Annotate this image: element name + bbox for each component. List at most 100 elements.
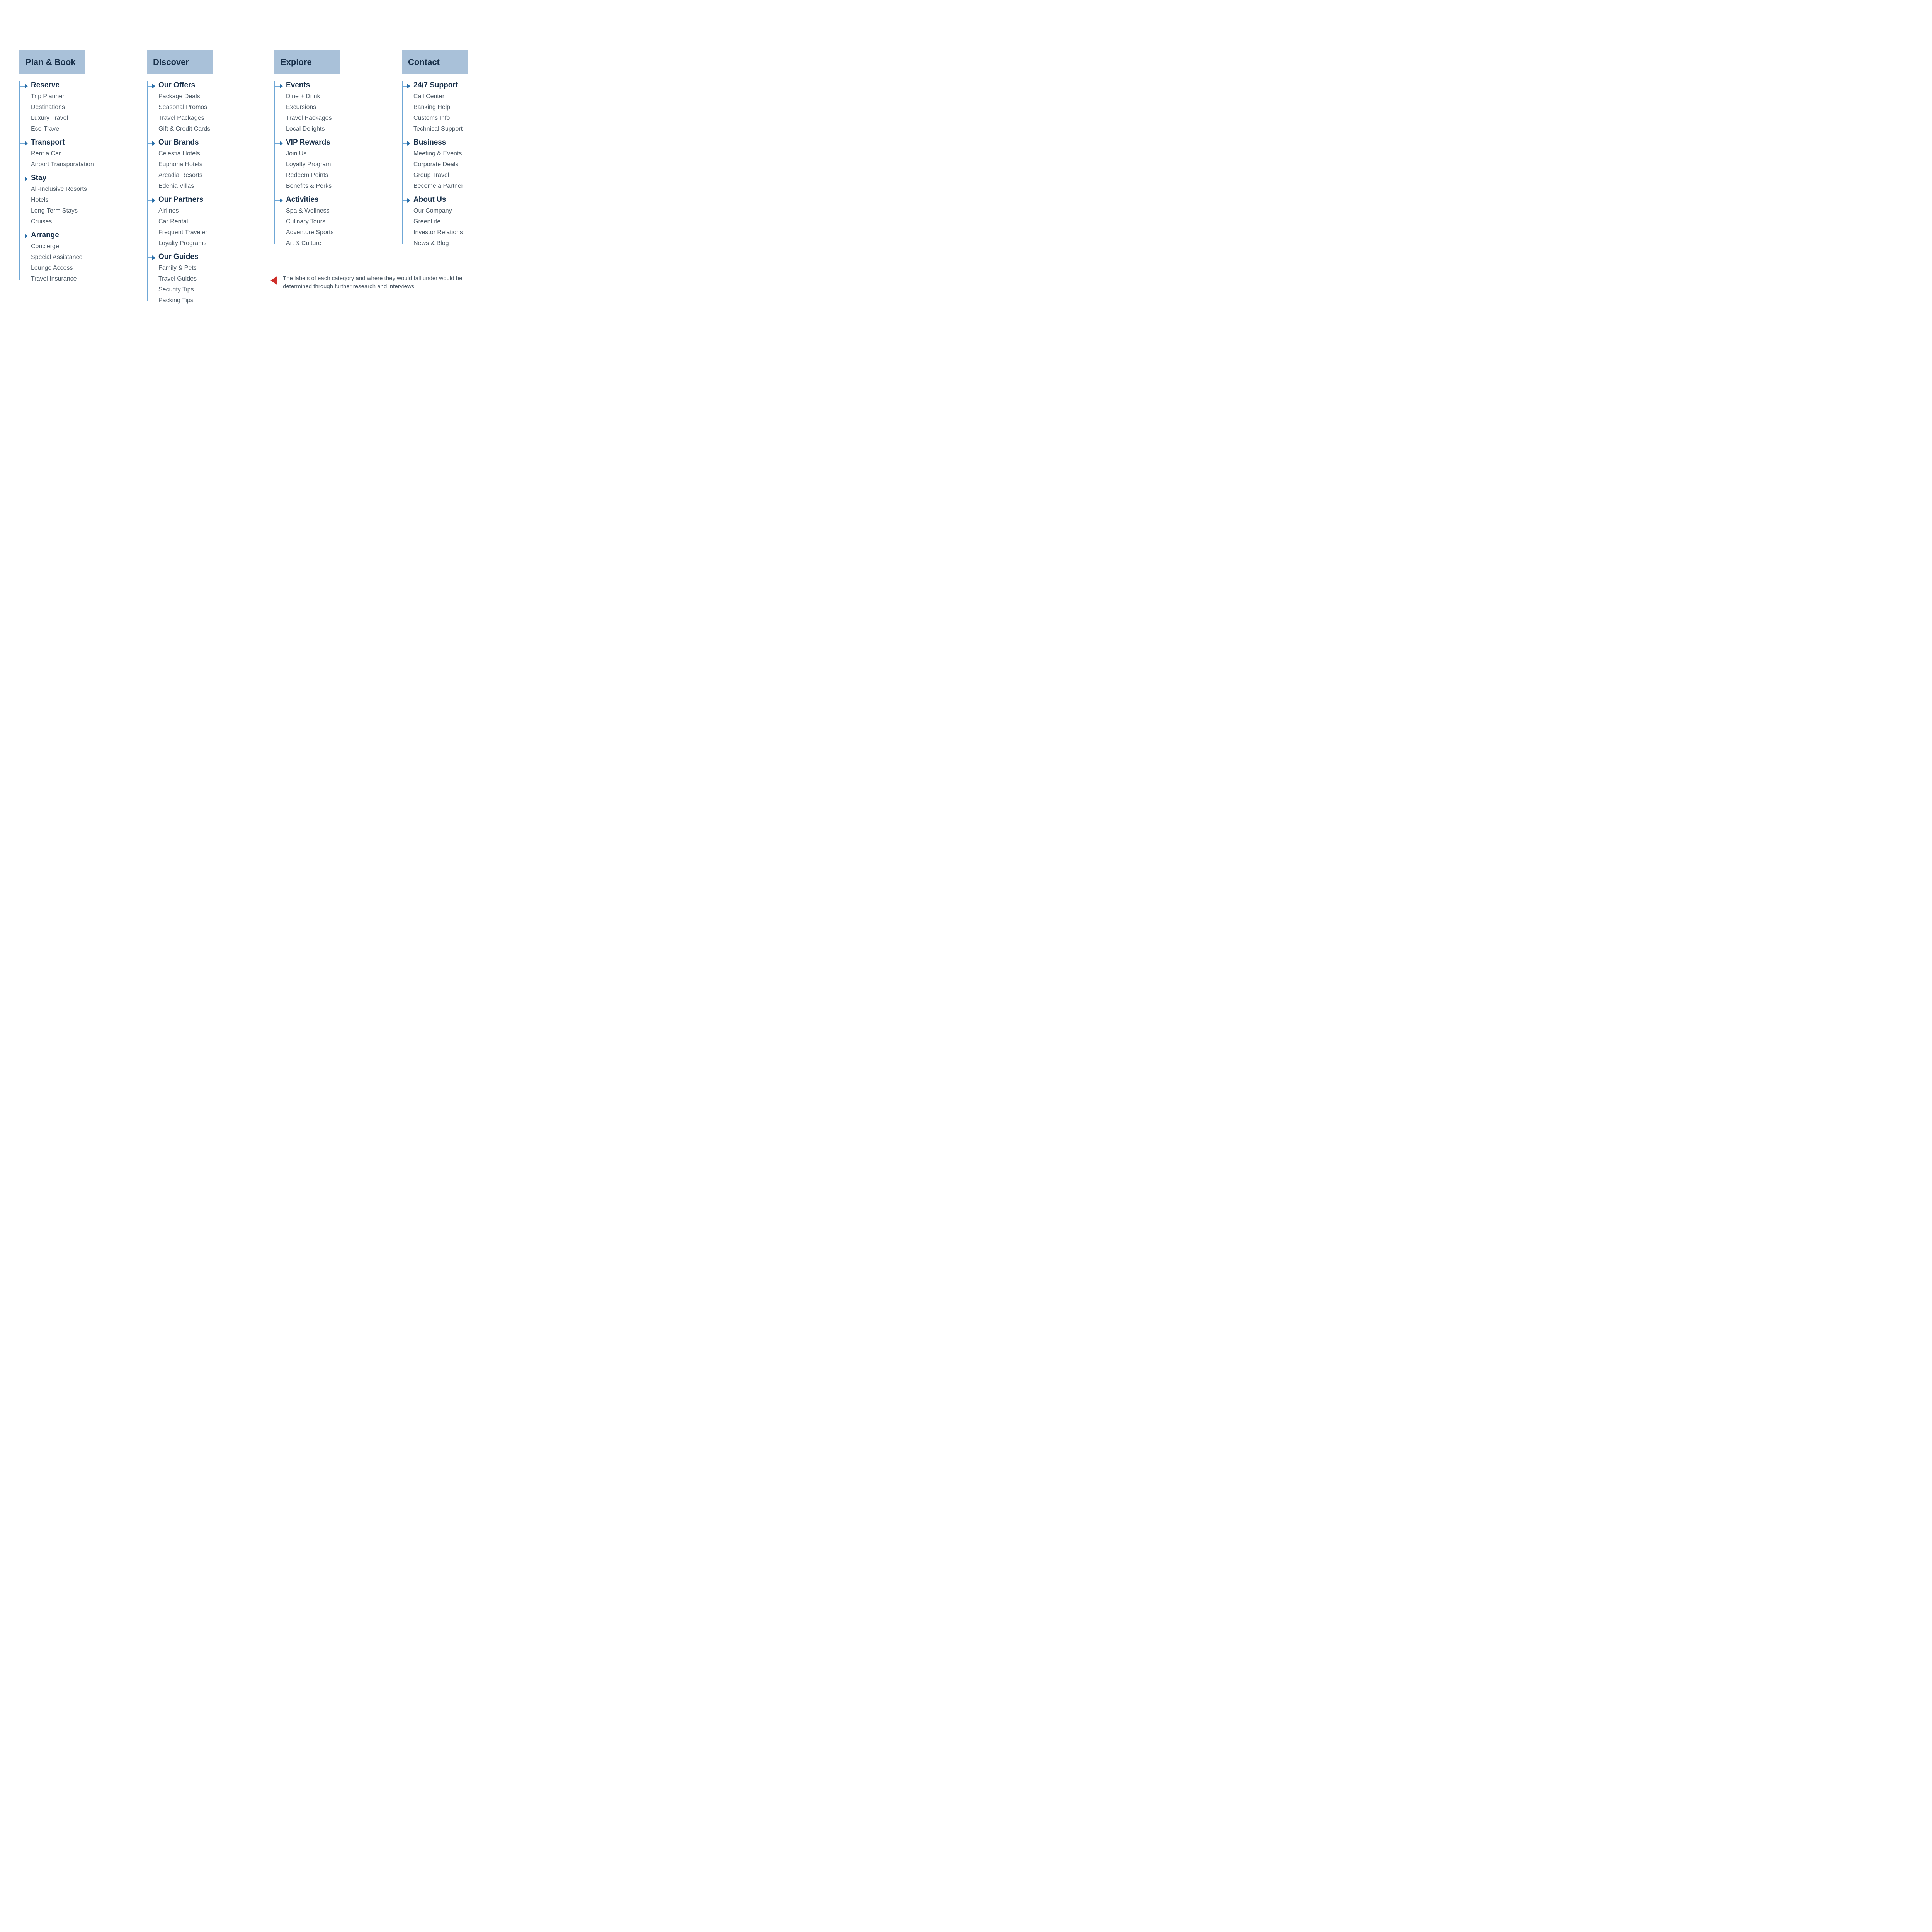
list-item: Luxury Travel xyxy=(31,113,128,124)
group-our-brands: Our Brands Celestia Hotels Euphoria Hote… xyxy=(147,138,255,192)
column-tree: Events Dine + Drink Excursions Travel Pa… xyxy=(274,81,383,249)
list-item: Gift & Credit Cards xyxy=(158,124,255,134)
list-item: Packing Tips xyxy=(158,295,255,306)
list-item: Lounge Access xyxy=(31,263,128,274)
group-items: Package Deals Seasonal Promos Travel Pac… xyxy=(158,91,255,134)
list-item: Airport Transporatation xyxy=(31,159,128,170)
list-item: Adventure Sports xyxy=(286,227,383,238)
column-discover: Discover Our Offers Package Deals Season… xyxy=(147,50,255,310)
list-item: All-Inclusive Resorts xyxy=(31,184,128,195)
list-item: Travel Packages xyxy=(286,113,383,124)
list-item: Loyalty Programs xyxy=(158,238,255,249)
sitemap-columns: Plan & Book Reserve Trip Planner Destina… xyxy=(19,50,491,310)
list-item: Airlines xyxy=(158,206,255,216)
triangle-left-icon xyxy=(270,276,277,285)
list-item: Call Center xyxy=(413,91,510,102)
column-contact: Contact 24/7 Support Call Center Banking… xyxy=(402,50,510,253)
column-tree: Reserve Trip Planner Destinations Luxury… xyxy=(19,81,128,284)
group-our-partners: Our Partners Airlines Car Rental Frequen… xyxy=(147,196,255,249)
group-title: VIP Rewards xyxy=(286,138,383,147)
group-title: Events xyxy=(286,81,383,90)
group-title: Arrange xyxy=(31,231,128,240)
list-item: Hotels xyxy=(31,195,128,206)
list-item: Trip Planner xyxy=(31,91,128,102)
group-transport: Transport Rent a Car Airport Transporata… xyxy=(19,138,128,170)
group-title: Reserve xyxy=(31,81,128,90)
group-arrange: Arrange Concierge Special Assistance Lou… xyxy=(19,231,128,284)
list-item: Family & Pets xyxy=(158,263,255,274)
list-item: Become a Partner xyxy=(413,181,510,192)
group-title: Stay xyxy=(31,174,128,182)
group-title: Our Guides xyxy=(158,253,255,261)
group-business: Business Meeting & Events Corporate Deal… xyxy=(402,138,510,192)
list-item: Spa & Wellness xyxy=(286,206,383,216)
list-item: Package Deals xyxy=(158,91,255,102)
list-item: Cruises xyxy=(31,216,128,227)
group-title: Transport xyxy=(31,138,128,147)
group-items: Dine + Drink Excursions Travel Packages … xyxy=(286,91,383,134)
group-title: Business xyxy=(413,138,510,147)
list-item: Euphoria Hotels xyxy=(158,159,255,170)
group-items: All-Inclusive Resorts Hotels Long-Term S… xyxy=(31,184,128,227)
group-support: 24/7 Support Call Center Banking Help Cu… xyxy=(402,81,510,134)
column-plan-book: Plan & Book Reserve Trip Planner Destina… xyxy=(19,50,128,288)
list-item: Investor Relations xyxy=(413,227,510,238)
group-vip-rewards: VIP Rewards Join Us Loyalty Program Rede… xyxy=(274,138,383,192)
group-our-offers: Our Offers Package Deals Seasonal Promos… xyxy=(147,81,255,134)
group-title: Our Partners xyxy=(158,196,255,204)
list-item: Travel Insurance xyxy=(31,274,128,284)
group-title: 24/7 Support xyxy=(413,81,510,90)
group-items: Family & Pets Travel Guides Security Tip… xyxy=(158,263,255,306)
list-item: Celestia Hotels xyxy=(158,148,255,159)
list-item: Dine + Drink xyxy=(286,91,383,102)
list-item: Edenia Villas xyxy=(158,181,255,192)
group-items: Call Center Banking Help Customs Info Te… xyxy=(413,91,510,134)
group-items: Airlines Car Rental Frequent Traveler Lo… xyxy=(158,206,255,249)
group-reserve: Reserve Trip Planner Destinations Luxury… xyxy=(19,81,128,134)
list-item: Customs Info xyxy=(413,113,510,124)
column-header: Explore xyxy=(274,50,340,74)
list-item: Concierge xyxy=(31,241,128,252)
list-item: Excursions xyxy=(286,102,383,113)
list-item: Travel Packages xyxy=(158,113,255,124)
list-item: Meeting & Events xyxy=(413,148,510,159)
column-tree: Our Offers Package Deals Seasonal Promos… xyxy=(147,81,255,306)
list-item: Arcadia Resorts xyxy=(158,170,255,181)
group-items: Join Us Loyalty Program Redeem Points Be… xyxy=(286,148,383,192)
column-header: Discover xyxy=(147,50,213,74)
list-item: Security Tips xyxy=(158,284,255,295)
group-title: Our Brands xyxy=(158,138,255,147)
column-header: Plan & Book xyxy=(19,50,85,74)
group-items: Rent a Car Airport Transporatation xyxy=(31,148,128,170)
group-our-guides: Our Guides Family & Pets Travel Guides S… xyxy=(147,253,255,306)
list-item: Technical Support xyxy=(413,124,510,134)
list-item: Banking Help xyxy=(413,102,510,113)
group-items: Trip Planner Destinations Luxury Travel … xyxy=(31,91,128,134)
list-item: Redeem Points xyxy=(286,170,383,181)
group-items: Our Company GreenLife Investor Relations… xyxy=(413,206,510,249)
list-item: GreenLife xyxy=(413,216,510,227)
group-items: Spa & Wellness Culinary Tours Adventure … xyxy=(286,206,383,249)
list-item: Frequent Traveler xyxy=(158,227,255,238)
group-about-us: About Us Our Company GreenLife Investor … xyxy=(402,196,510,249)
group-title: Activities xyxy=(286,196,383,204)
list-item: Art & Culture xyxy=(286,238,383,249)
list-item: Rent a Car xyxy=(31,148,128,159)
list-item: Our Company xyxy=(413,206,510,216)
annotation-note: The labels of each category and where th… xyxy=(270,274,479,291)
list-item: Group Travel xyxy=(413,170,510,181)
list-item: Local Delights xyxy=(286,124,383,134)
list-item: Join Us xyxy=(286,148,383,159)
group-activities: Activities Spa & Wellness Culinary Tours… xyxy=(274,196,383,249)
group-events: Events Dine + Drink Excursions Travel Pa… xyxy=(274,81,383,134)
annotation-text: The labels of each category and where th… xyxy=(283,274,479,291)
group-items: Meeting & Events Corporate Deals Group T… xyxy=(413,148,510,192)
list-item: Benefits & Perks xyxy=(286,181,383,192)
list-item: News & Blog xyxy=(413,238,510,249)
group-stay: Stay All-Inclusive Resorts Hotels Long-T… xyxy=(19,174,128,227)
list-item: Culinary Tours xyxy=(286,216,383,227)
list-item: Destinations xyxy=(31,102,128,113)
list-item: Loyalty Program xyxy=(286,159,383,170)
list-item: Travel Guides xyxy=(158,274,255,284)
group-items: Concierge Special Assistance Lounge Acce… xyxy=(31,241,128,284)
